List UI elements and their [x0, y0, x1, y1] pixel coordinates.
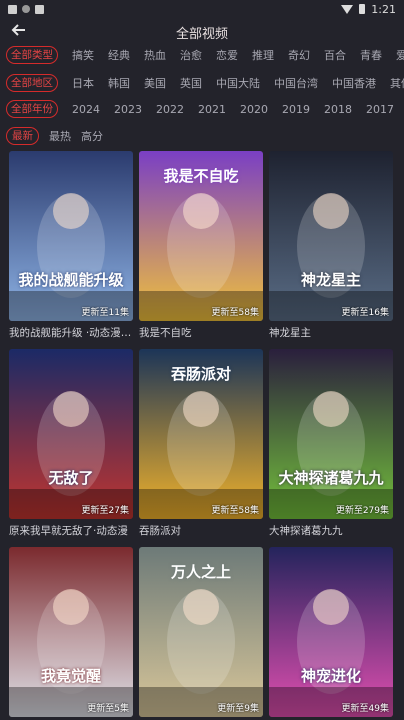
region-filter-row: 全部地区 日本 韩国 美国 英国 中国大陆 中国台湾 中国香港 其他	[0, 73, 404, 93]
episode-update-badge: 更新至9集	[217, 704, 259, 714]
sort-option[interactable]: 高分	[81, 128, 103, 144]
video-card[interactable]: 万人之上更新至9集万人之上	[139, 547, 263, 720]
type-option[interactable]: 推理	[252, 47, 274, 63]
poster-title-art: 万人之上	[170, 563, 231, 581]
poster-art	[269, 151, 393, 321]
type-option[interactable]: 爱情	[396, 47, 404, 63]
region-filter-selected[interactable]: 全部地区	[6, 74, 58, 92]
region-option[interactable]: 美国	[144, 75, 166, 91]
video-card[interactable]: 神龙星主 更新至16集 神龙星主	[269, 151, 393, 349]
year-option[interactable]: 2021	[198, 103, 226, 116]
status-bar: 1:21	[0, 0, 404, 18]
region-option[interactable]: 其他	[390, 75, 404, 91]
type-option[interactable]: 百合	[324, 47, 346, 63]
image-icon	[35, 4, 44, 14]
poster-title-art: 吞肠派对	[170, 365, 231, 383]
episode-update-badge: 更新至16集	[341, 308, 389, 318]
wifi-icon	[341, 4, 354, 14]
video-poster[interactable]: 神宠进化更新至49集	[269, 547, 393, 717]
type-option[interactable]: 奇幻	[288, 47, 310, 63]
battery-icon	[359, 4, 366, 14]
type-option[interactable]: 搞笑	[72, 47, 94, 63]
region-option[interactable]: 日本	[72, 75, 94, 91]
video-card[interactable]: 我竟觉醒更新至5集我竟觉醒	[9, 547, 133, 720]
video-poster[interactable]: 我是不自吃更新至58集	[139, 151, 263, 321]
episode-update-badge: 更新至27集	[81, 506, 129, 516]
episode-update-badge: 更新至11集	[81, 308, 129, 318]
video-grid: 我的战舰能升级更新至11集我的战舰能升级 ·动态漫 第二季我是不自吃更新至58集…	[9, 151, 397, 720]
video-card[interactable]: 吞肠派对 更新至58集 吞肠派对	[139, 349, 263, 547]
type-option[interactable]: 热血	[144, 47, 166, 63]
year-option[interactable]: 2017	[366, 103, 394, 116]
video-card[interactable]: 无敌了更新至27集原来我早就无敌了·动态漫	[9, 349, 133, 547]
video-card[interactable]: 神宠进化更新至49集神宠进化	[269, 547, 393, 720]
year-option[interactable]: 2023	[114, 103, 142, 116]
type-option[interactable]: 恋爱	[216, 47, 238, 63]
year-option[interactable]: 2019	[282, 103, 310, 116]
region-option[interactable]: 韩国	[108, 75, 130, 91]
poster-title-art: 无敌了	[48, 469, 94, 487]
video-card[interactable]: 我是不自吃 更新至58集 我是不自吃	[139, 151, 263, 349]
year-option[interactable]: 2024	[72, 103, 100, 116]
sort-selected[interactable]: 最新	[6, 127, 39, 145]
year-filter-row: 全部年份 2024 2023 2022 2021 2020 2019 2018 …	[0, 99, 404, 119]
poster-art	[9, 547, 133, 717]
top-bar: 全部视频	[0, 18, 404, 44]
episode-update-badge: 更新至58集	[211, 506, 259, 516]
poster-art	[269, 349, 393, 519]
type-option[interactable]: 经典	[108, 47, 130, 63]
poster-title-art: 我竟觉醒	[40, 667, 101, 685]
poster-title-art: 神龙星主	[300, 271, 361, 289]
type-filter-row: 全部类型 搞笑 经典 热血 治愈 恋爱 推理 奇幻 百合 青春 爱情	[0, 45, 404, 65]
year-option[interactable]: 2018	[324, 103, 352, 116]
video-title[interactable]: 神龙星主	[269, 325, 393, 340]
region-option[interactable]: 中国台湾	[274, 75, 318, 91]
video-card[interactable]: 我的战舰能升级更新至11集我的战舰能升级 ·动态漫 第二季	[9, 151, 133, 349]
poster-title-art: 神宠进化	[300, 667, 361, 685]
video-poster[interactable]: 无敌了更新至27集	[9, 349, 133, 519]
year-filter-selected[interactable]: 全部年份	[6, 100, 58, 118]
sort-row: 最新 最热 高分	[0, 126, 404, 146]
video-poster[interactable]: 神龙星主更新至16集	[269, 151, 393, 321]
video-title[interactable]: 我是不自吃	[139, 325, 263, 340]
region-option[interactable]: 英国	[180, 75, 202, 91]
year-option[interactable]: 2022	[156, 103, 184, 116]
type-option[interactable]: 治愈	[180, 47, 202, 63]
video-poster[interactable]: 吞肠派对更新至58集	[139, 349, 263, 519]
video-poster[interactable]: 我的战舰能升级更新至11集	[9, 151, 133, 321]
poster-art	[9, 151, 133, 321]
poster-title-art: 大神探诸葛九九	[278, 469, 384, 487]
episode-update-badge: 更新至58集	[211, 308, 259, 318]
episode-update-badge: 更新至49集	[341, 704, 389, 714]
video-poster[interactable]: 大神探诸葛九九更新至279集	[269, 349, 393, 519]
episode-update-badge: 更新至279集	[335, 506, 389, 516]
region-option[interactable]: 中国香港	[332, 75, 376, 91]
video-title[interactable]: 吞肠派对	[139, 523, 263, 538]
type-option[interactable]: 青春	[360, 47, 382, 63]
poster-title-art: 我的战舰能升级	[18, 271, 124, 289]
poster-art	[9, 349, 133, 519]
notification-icon	[8, 4, 17, 14]
sort-option[interactable]: 最热	[49, 128, 71, 144]
video-poster[interactable]: 我竟觉醒更新至5集	[9, 547, 133, 717]
year-option[interactable]: 2020	[240, 103, 268, 116]
page-title: 全部视频	[175, 27, 228, 42]
video-card[interactable]: 大神探诸葛九九 更新至279集 大神探诸葛九九	[269, 349, 393, 547]
poster-art	[269, 547, 393, 717]
region-option[interactable]: 中国大陆	[216, 75, 260, 91]
video-title[interactable]: 原来我早就无敌了·动态漫	[9, 523, 133, 538]
video-poster[interactable]: 万人之上更新至9集	[139, 547, 263, 717]
app-icon	[22, 5, 30, 13]
type-filter-selected[interactable]: 全部类型	[6, 46, 58, 64]
poster-title-art: 我是不自吃	[163, 167, 239, 185]
episode-update-badge: 更新至5集	[87, 704, 129, 714]
status-time: 1:21	[371, 2, 396, 16]
video-title[interactable]: 我的战舰能升级 ·动态漫 第二季	[9, 325, 133, 340]
video-title[interactable]: 大神探诸葛九九	[269, 523, 393, 538]
